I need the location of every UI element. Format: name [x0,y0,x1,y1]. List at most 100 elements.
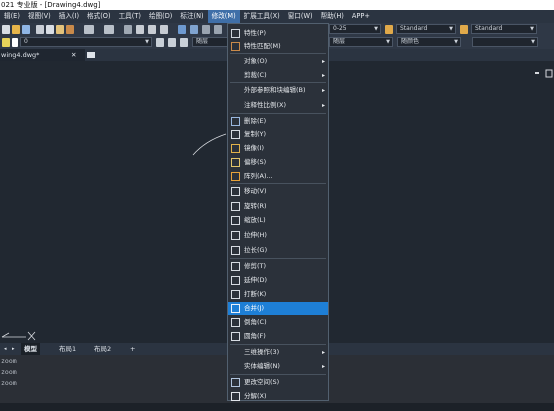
menu-separator [230,113,326,114]
modify-menu-item[interactable]: 拉伸(H) [228,229,328,242]
modify-menu-item[interactable]: 圆角(F) [228,330,328,343]
menu-separator [230,344,326,345]
modify-menu-item[interactable]: 特性匹配(M) [228,40,328,53]
modify-menu-item-label: 分解(X) [244,392,267,400]
modify-menu-item[interactable]: 对象(O) ▸ [228,55,328,68]
save-icon[interactable] [22,25,30,34]
open-file-icon[interactable] [12,25,20,34]
menu-modify[interactable]: 修改(M) [207,10,240,23]
modify-menu-item[interactable]: 偏移(S) [228,156,328,169]
redo-icon[interactable] [104,25,114,34]
paste-icon[interactable] [56,25,64,34]
modify-menu-item[interactable]: 倒角(C) [228,316,328,329]
menu-edit[interactable]: 辑(E) [0,10,24,23]
menu-draw[interactable]: 绘图(D) [145,10,176,23]
title-bar: 021 专业版 - [Drawing4.dwg] [0,0,554,10]
tab-layout2[interactable]: 布局2 [91,343,114,355]
cut-icon[interactable] [36,25,44,34]
properties-panel-icon[interactable] [178,25,186,34]
calculator-icon[interactable] [214,25,222,34]
design-center-icon[interactable] [190,25,198,34]
modify-menu-item[interactable]: 实体编辑(N) ▸ [228,360,328,373]
modify-menu-item[interactable]: 阵列(A)... [228,170,328,183]
menu-extension-tools[interactable]: 扩展工具(X) [240,10,284,23]
move-icon [231,187,240,196]
tab-model[interactable]: 模型 [21,343,40,355]
make-current-layer-icon[interactable] [168,38,176,47]
rotate-icon [231,202,240,211]
modify-menu-item[interactable]: 特性(P) [228,27,328,40]
modify-menu-item[interactable]: 打断(K) [228,288,328,301]
new-tab-icon[interactable] [87,52,95,58]
linetype-select[interactable]: 随层 ▼ [329,37,393,47]
text-style-select[interactable]: Standard ▼ [396,24,456,34]
menu-dimension[interactable]: 标注(N) [176,10,207,23]
modify-menu-item[interactable]: 拉长(G) [228,244,328,257]
tab-layout1[interactable]: 布局1 [56,343,79,355]
menu-help[interactable]: 帮助(H) [317,10,348,23]
copy-clip-icon[interactable] [46,25,54,34]
modify-menu-item[interactable]: 缩放(L) [228,214,328,227]
modify-menu-item[interactable]: 三维操作(3) ▸ [228,346,328,359]
join-icon [231,304,240,313]
arc-entity [192,133,227,156]
modify-menu-item-label: 偏移(S) [244,158,267,166]
stretch-icon [231,231,240,240]
modify-menu-item-label: 缩放(L) [244,216,266,224]
modify-menu-item[interactable]: 删除(E) [228,115,328,128]
modify-menu-item[interactable]: 注释性比例(X) ▸ [228,99,328,112]
modify-menu-item-label: 倒角(C) [244,318,267,326]
menu-tools[interactable]: 工具(T) [115,10,145,23]
modify-menu-item-label: 移动(V) [244,187,267,195]
modify-menu-item-label: 特性(P) [244,29,266,37]
document-tab[interactable]: wing4.dwg* ✕ [0,49,85,61]
modify-menu-item[interactable]: 外部参照和块编辑(B) ▸ [228,84,328,97]
modify-menu-item[interactable]: 修剪(T) [228,260,328,273]
command-input-strip[interactable] [0,403,554,411]
zoom-window-icon[interactable] [148,25,156,34]
color-select[interactable]: 随层 [192,37,228,47]
layer-select[interactable]: 0 ▼ [20,37,152,47]
new-file-icon[interactable] [2,25,10,34]
menu-view[interactable]: 视图(V) [24,10,55,23]
modify-menu-item-label: 打断(K) [244,290,267,298]
mirror-icon [231,144,240,153]
modify-menu-item[interactable]: 移动(V) [228,185,328,198]
modify-menu-item[interactable]: 剪裁(C) ▸ [228,69,328,82]
tool-palette-icon[interactable] [202,25,210,34]
menu-format[interactable]: 格式(O) [83,10,115,23]
modify-menu-item[interactable]: 延伸(D) [228,274,328,287]
modify-menu-item[interactable]: 镜像(I) [228,142,328,155]
modify-menu-item[interactable]: 更改空间(S) [228,376,328,389]
modify-menu-item-label: 注释性比例(X) [244,101,287,109]
modify-menu-item-label: 删除(E) [244,117,267,125]
modify-menu-item-label: 对象(O) [244,57,268,65]
modify-menu-item[interactable]: 分解(X) [228,390,328,403]
modify-menu-item[interactable]: 复制(Y) [228,128,328,141]
copy-icon [231,130,240,139]
modify-menu-item[interactable]: 旋转(R) [228,200,328,213]
menu-bar: 辑(E) 视图(V) 插入(I) 格式(O) 工具(T) 绘图(D) 标注(N)… [0,10,554,23]
menu-app-plus[interactable]: APP+ [348,10,374,23]
lineweight-select[interactable]: 随颜色 ▼ [397,37,461,47]
modify-menu-item[interactable]: 合并(J) [228,302,328,315]
menu-window[interactable]: 窗口(W) [284,10,317,23]
layer-manager-icon[interactable] [156,38,164,47]
tab-add[interactable]: + [127,343,138,355]
dim-style-select[interactable]: 0-25 ▼ [329,24,381,34]
close-icon[interactable]: ✕ [71,49,76,61]
layer-previous-icon[interactable] [180,38,188,47]
undo-icon[interactable] [84,25,94,34]
layer-state-icon[interactable] [2,38,10,47]
pan-icon[interactable] [124,25,132,34]
menu-separator [230,183,326,184]
zoom-previous-icon[interactable] [160,25,168,34]
offset-icon [231,158,240,167]
plotstyle-select[interactable]: ▼ [472,37,538,47]
modify-menu-item-label: 三维操作(3) [244,348,280,356]
tab-scroll-right-icon[interactable]: ▸ [9,343,18,355]
dimension-style-select[interactable]: Standard ▼ [471,24,537,34]
zoom-realtime-icon[interactable] [136,25,144,34]
match-prop-icon[interactable] [66,25,74,34]
menu-insert[interactable]: 插入(I) [55,10,83,23]
